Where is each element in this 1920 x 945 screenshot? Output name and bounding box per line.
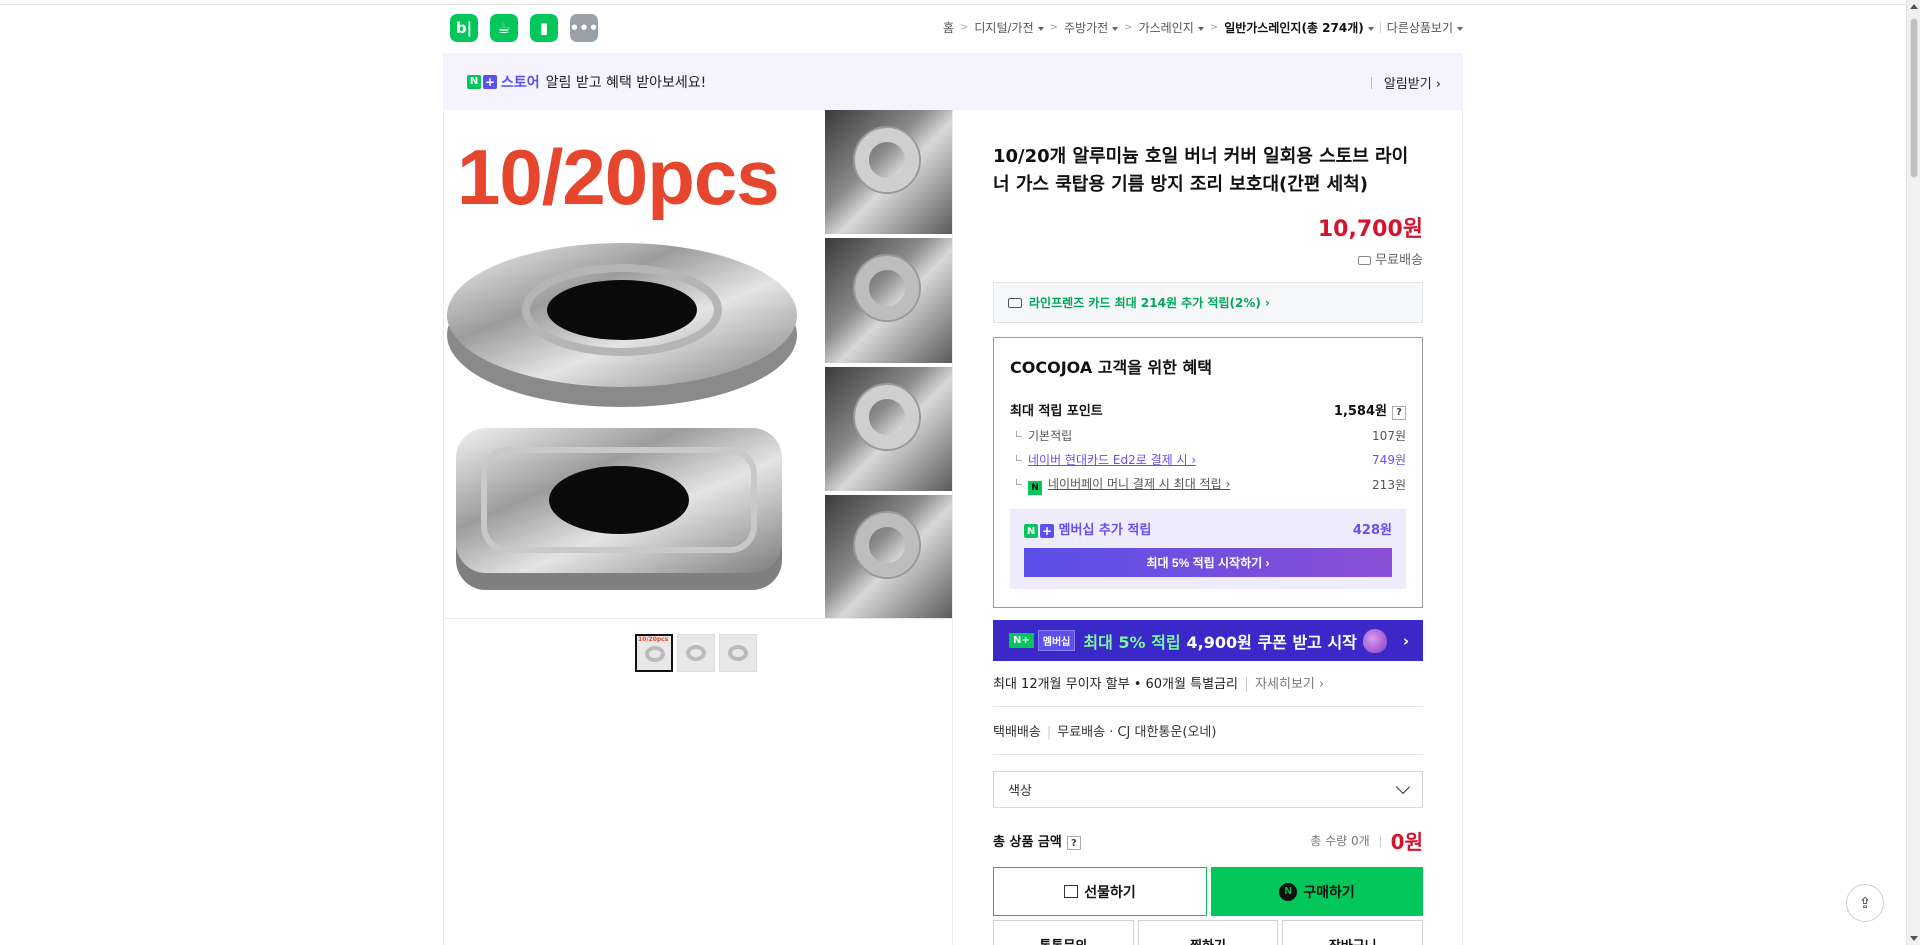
chevron-right-icon: > <box>1124 22 1133 33</box>
installment-detail-link[interactable]: 자세히보기 › <box>1246 677 1325 692</box>
credit-card-icon <box>1008 297 1022 308</box>
total-price-row: 총 상품 금액? 총 수량 0개 0원 <box>993 826 1423 855</box>
product-price: 10,700원 <box>1317 217 1423 242</box>
divider <box>1379 22 1381 33</box>
breadcrumb-home[interactable]: 홈 <box>943 19 954 36</box>
gift-icon <box>1064 885 1079 898</box>
points-row-npay: N 네이버페이 머니 결제 시 최대 적립 › 213원 <box>1010 475 1406 495</box>
caret-down-icon <box>1112 26 1119 31</box>
thumbnail-list: 10/20pcs <box>635 634 757 672</box>
delivery-info: 택배배송 | 무료배송 · CJ 대한통운(오네) <box>993 721 1423 755</box>
npay-money-link[interactable]: 네이버페이 머니 결제 시 최대 적립 › <box>1048 477 1230 491</box>
npay-icon: N <box>1279 882 1298 901</box>
detail-photo <box>825 494 952 618</box>
onion-icon <box>1363 629 1387 653</box>
page-header: b| ☕ ▮ ••• 홈 > 디지털/가전 > 주방가전 > 가스레인지 > 일… <box>443 5 1463 53</box>
membership-tag: 멤버십 <box>1037 630 1076 651</box>
caret-down-icon <box>1037 26 1044 31</box>
buy-button[interactable]: N 구매하기 <box>1211 867 1423 916</box>
help-icon[interactable]: ? <box>1066 836 1081 851</box>
divider <box>1370 76 1372 89</box>
other-products-link[interactable]: 다른상품보기 <box>1387 19 1463 36</box>
chevron-right-icon: > <box>1209 22 1219 33</box>
breadcrumb-category-1[interactable]: 디지털/가전 <box>974 19 1044 36</box>
cart-button[interactable]: 장바구니 <box>1282 920 1424 945</box>
product-info: 10/20개 알루미늄 호일 버너 커버 일회용 스토브 라이너 가스 쿡탑용 … <box>993 113 1424 945</box>
total-amount: 0원 <box>1390 830 1423 854</box>
store-label: 스토어 <box>501 74 540 91</box>
thumbnail-3[interactable] <box>719 634 757 672</box>
cafe-icon[interactable]: ☕ <box>490 14 518 42</box>
talk-inquiry-button[interactable]: 톡톡문의 <box>993 920 1134 945</box>
thumbnail-1[interactable]: 10/20pcs <box>635 634 673 672</box>
store-message: 알림 받고 혜택 받아보세요! <box>545 74 707 91</box>
purchase-buttons: 선물하기 N 구매하기 <box>993 867 1423 916</box>
breadcrumb-category-3[interactable]: 가스레인지 <box>1139 19 1204 36</box>
store-alarm-banner: N + 스토어 알림 받고 혜택 받아보세요! 알림받기 › <box>443 53 1463 110</box>
more-icon[interactable]: ••• <box>570 14 598 42</box>
price-row: 10,700원 <box>993 211 1423 243</box>
membership-start-button[interactable]: 최대 5% 적립 시작하기 › <box>1024 548 1392 577</box>
detail-photo <box>825 366 952 491</box>
gift-button[interactable]: 선물하기 <box>993 867 1207 916</box>
nplus-store-logo: N + <box>467 74 497 89</box>
product-illustration <box>447 243 797 590</box>
hyundai-card-link[interactable]: 네이버 현대카드 Ed2로 결제 시 › <box>1028 453 1196 467</box>
max-points-row: 최대 적립 포인트 1,584원? <box>1010 400 1406 420</box>
points-row-basic: 기본적립 107원 <box>1010 427 1406 444</box>
main-product-image[interactable]: 10/20pcs <box>444 110 952 619</box>
chevron-right-icon: > <box>960 22 969 33</box>
plus-logo-icon: + <box>483 74 497 89</box>
card-benefit-link[interactable]: 라인프렌즈 카드 최대 214원 추가 적립(2%) › <box>993 282 1423 323</box>
detail-photo <box>825 110 952 235</box>
wishlist-button[interactable]: 찜하기 <box>1137 920 1279 945</box>
thumbnail-caption: 10/20pcs <box>638 636 669 643</box>
detail-photo <box>825 238 952 363</box>
app-icons: b| ☕ ▮ ••• <box>450 14 598 42</box>
detail-photos <box>825 110 952 618</box>
npay-icon: N <box>1028 480 1042 495</box>
alarm-subscribe-button[interactable]: 알림받기 › <box>1370 73 1441 92</box>
scrollbar[interactable] <box>1906 0 1920 945</box>
scrollbar-thumb[interactable] <box>1910 18 1918 178</box>
caret-down-icon <box>1197 26 1204 31</box>
membership-coupon-banner[interactable]: N+ 멤버십 최대 5% 적립 4,900원 쿠폰 받고 시작 › <box>993 620 1423 661</box>
scroll-up-icon[interactable] <box>1910 4 1918 9</box>
breadcrumb-current[interactable]: 일반가스레인지(총 274개) <box>1224 19 1374 36</box>
share-icon[interactable]: ⇪ <box>1846 884 1884 922</box>
chevron-right-icon: > <box>1049 22 1059 33</box>
n-logo-icon: N <box>467 74 481 89</box>
benefit-box: COCOJOA 고객을 위한 혜택 최대 적립 포인트 1,584원? 기본적립… <box>993 337 1423 608</box>
product-title: 10/20개 알루미늄 호일 버너 커버 일회용 스토브 라이너 가스 쿡탑용 … <box>993 146 1409 195</box>
blog-icon[interactable]: b| <box>450 14 478 42</box>
secondary-buttons: 톡톡문의 찜하기 장바구니 <box>993 920 1424 945</box>
breadcrumb: 홈 > 디지털/가전 > 주방가전 > 가스레인지 > 일반가스레인지(총 27… <box>943 19 1463 36</box>
bookmark-icon[interactable]: ▮ <box>530 14 558 42</box>
membership-box: N + 멤버십 추가 적립 428원 최대 5% 적립 시작하기 › <box>1010 508 1406 589</box>
scroll-down-icon[interactable] <box>1910 936 1918 941</box>
color-option-select[interactable]: 색상 <box>993 771 1423 808</box>
thumbnail-2[interactable] <box>677 634 715 672</box>
caret-down-icon <box>1367 26 1374 31</box>
nplus-logo: N + <box>1024 524 1054 538</box>
info-panel-border <box>1462 110 1463 945</box>
product-page: b| ☕ ▮ ••• 홈 > 디지털/가전 > 주방가전 > 가스레인지 > 일… <box>443 5 1463 945</box>
points-row-card: 네이버 현대카드 Ed2로 결제 시 › 749원 <box>1010 451 1406 468</box>
chevron-down-icon <box>1395 779 1411 795</box>
truck-icon <box>1358 256 1372 265</box>
help-icon[interactable]: ? <box>1392 405 1406 420</box>
shipping-info: 무료배송 <box>993 249 1423 268</box>
total-quantity: 총 수량 0개 <box>1310 834 1370 848</box>
nplus-tag: N+ <box>1009 633 1034 648</box>
caret-down-icon <box>1457 26 1463 31</box>
installment-info: 최대 12개월 무이자 할부 • 60개월 특별금리 자세히보기 › <box>993 673 1423 707</box>
chevron-right-icon: › <box>1402 632 1409 650</box>
benefit-title: COCOJOA 고객을 위한 혜택 <box>1010 358 1212 377</box>
breadcrumb-category-2[interactable]: 주방가전 <box>1064 19 1119 36</box>
